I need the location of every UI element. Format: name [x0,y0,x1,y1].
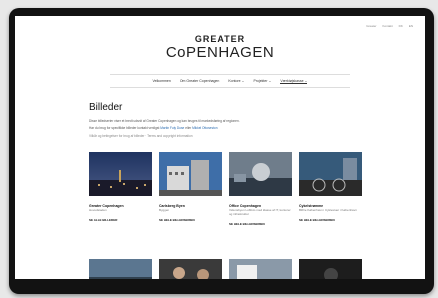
nav-item-projekter[interactable]: Projekter ⌄ [253,79,271,83]
gallery-card[interactable]: Cykelstrømme Bilfrie København i Cyklest… [299,152,362,222]
nav-item-kontore[interactable]: Kontore ⌄ [228,79,244,83]
gallery-thumb-row2[interactable] [159,259,222,279]
nav-item-velkommen[interactable]: Velkommen [153,79,171,83]
card-subtitle: Bilfrie København i Cyklestuer i Københa… [299,208,357,212]
gallery-card[interactable]: Greater Copenhagen Hovedstaden SE ALLE B… [89,152,152,222]
logo-line-1[interactable]: GREATER [15,34,425,44]
contact-text: Har du brug for specifikke billeder kont… [89,126,389,130]
util-link[interactable]: Kontakt [382,24,392,28]
card-subtitle: Vidensbyen Luftfoto med klasse af IT, ko… [229,208,291,216]
card-link[interactable]: SE HELE BILLEDSERIEN [229,222,292,226]
gallery-card[interactable]: Carlsberg Byen Byggen SE HELE BILLEDSERI… [159,152,222,222]
building-photo[interactable] [159,152,222,196]
card-subtitle: Hovedstaden [89,208,107,212]
intro-text: Disse billedserier viser et bredt udsnit… [89,119,240,123]
bicycle-photo[interactable] [299,152,362,196]
nav-item-vaerktoejskasse[interactable]: Værktøjskasse ⌄ [280,79,308,84]
util-link[interactable]: EN [409,24,413,28]
card-subtitle: Byggen [159,208,170,212]
logo-line-2[interactable]: CoPENHAGEN [15,44,425,61]
card-link[interactable]: SE ALLE BILLEDER [89,218,152,222]
gallery-card[interactable]: Office Copenhagen Vidensbyen Luftfoto me… [229,152,292,226]
contact-prefix: Har du brug for specifikke billeder kont… [89,126,160,130]
gallery-thumb-row2[interactable] [299,259,362,279]
card-link[interactable]: SE HELE BILLEDSERIEN [159,218,222,222]
util-link[interactable]: Greater [366,24,376,28]
office-photo[interactable] [229,152,292,196]
util-link[interactable]: DK [399,24,403,28]
gallery-thumb-row2[interactable] [89,259,152,279]
main-nav: Velkommen Om Greater Copenhagen Kontore … [110,74,350,88]
contact-link-1[interactable]: Martin Fuly Duse [160,126,184,130]
terms-link[interactable]: Vilkår og betingelser for brug af billed… [89,134,389,138]
city-night-photo[interactable] [89,152,152,196]
page-title: Billeder [89,102,123,113]
device-frame: Greater Kontakt DK EN GREATER CoPENHAGEN… [9,8,434,294]
contact-link-2[interactable]: Mikkel Ottoseston [192,126,217,130]
nav-item-om[interactable]: Om Greater Copenhagen [180,79,220,83]
contact-mid: eller [185,126,192,130]
card-link[interactable]: SE HELE BILLEDSERIEN [299,218,362,222]
browser-screen: Greater Kontakt DK EN GREATER CoPENHAGEN… [15,16,425,279]
gallery-thumb-row2[interactable] [229,259,292,279]
utility-links: Greater Kontakt DK EN [366,24,413,28]
